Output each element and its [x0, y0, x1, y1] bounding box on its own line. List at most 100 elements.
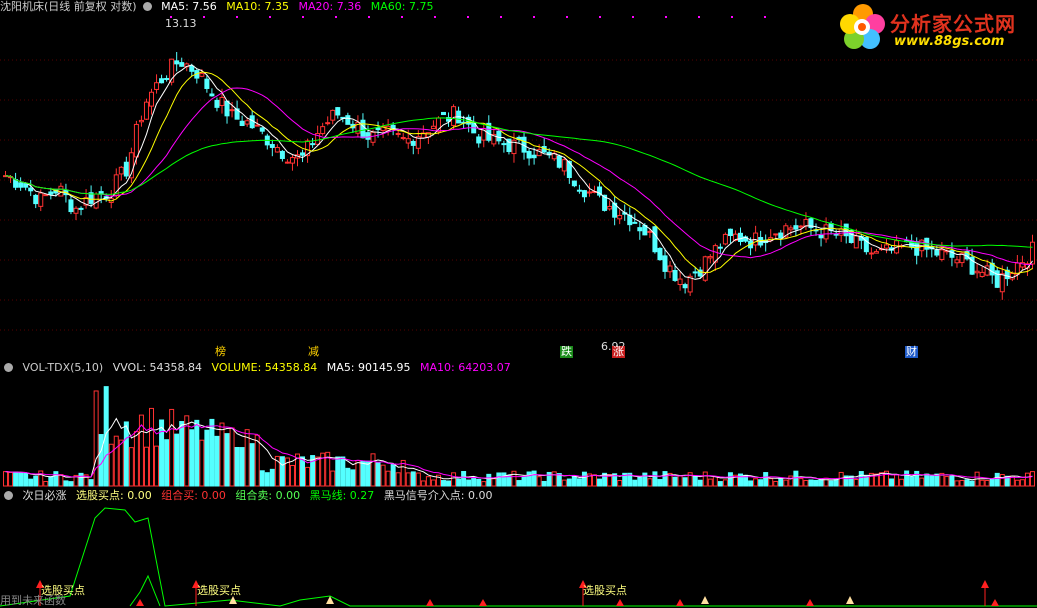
candle-down — [682, 284, 688, 289]
volume-panel[interactable]: VOL-TDX(5,10) VVOL: 54358.84 VOLUME: 543… — [0, 360, 1037, 488]
logo-brand-text: 分析家公式网 — [890, 12, 1016, 36]
volume-bar — [753, 478, 759, 487]
volume-bar — [566, 478, 572, 487]
candle-down — [778, 232, 784, 239]
ma20-value: MA20: 7.36 — [298, 0, 362, 13]
candle-down — [818, 234, 824, 239]
volume-bar — [370, 453, 376, 487]
price-chart[interactable] — [0, 0, 1037, 360]
candle-down — [18, 182, 24, 188]
candle-down — [239, 120, 245, 127]
event-tag-cai[interactable]: 财 — [905, 346, 918, 358]
volume-ma5-value: MA5: 90145.95 — [326, 361, 411, 374]
candle-up — [607, 205, 613, 210]
candle-down — [531, 154, 537, 159]
candle-up — [229, 109, 235, 112]
volume-bar — [430, 479, 436, 487]
candle-down — [300, 152, 306, 156]
volume-bar — [18, 472, 24, 487]
candle-up — [823, 224, 829, 240]
volume-bar — [768, 478, 774, 487]
candle-up — [143, 101, 149, 120]
volume-bar — [899, 478, 905, 487]
indicator-legend: 次日必涨 选股买点: 0.00 组合买: 0.00 组合卖: 0.00 黑马线:… — [0, 489, 499, 503]
candle-down — [717, 246, 723, 249]
volume-bar — [707, 478, 713, 487]
volume-bar — [471, 477, 477, 487]
indicator-panel[interactable]: 次日必涨 选股买点: 0.00 组合买: 0.00 组合卖: 0.00 黑马线:… — [0, 488, 1037, 608]
candle-up — [753, 232, 759, 246]
volume-bar — [481, 481, 487, 487]
volume-bar — [149, 407, 155, 487]
volume-bar — [934, 473, 940, 487]
volume-settings-gear-icon[interactable] — [4, 363, 13, 372]
combo-buy-value: 组合买: 0.00 — [161, 489, 226, 502]
volume-bar — [229, 427, 235, 487]
candle-down — [556, 155, 562, 168]
volume-bar — [999, 474, 1005, 487]
signal-dot — [236, 16, 238, 18]
candle-down — [672, 269, 678, 281]
volume-bar — [249, 443, 255, 487]
volume-bar — [677, 475, 683, 487]
candle-down — [571, 180, 577, 187]
volume-bar — [340, 456, 346, 487]
event-tag-bang[interactable]: 榜 — [214, 346, 227, 358]
settings-gear-icon[interactable] — [142, 2, 152, 11]
volume-bar — [959, 479, 965, 487]
candle-down — [738, 232, 744, 242]
signal-dot — [698, 16, 700, 18]
volume-chart[interactable] — [0, 360, 1037, 488]
event-tag-zhang[interactable]: 涨 — [612, 346, 625, 358]
volume-bar — [350, 469, 356, 487]
volume-bar — [123, 421, 129, 487]
volume-bar — [798, 478, 804, 487]
candle-up — [43, 194, 49, 197]
volume-bar — [179, 421, 185, 487]
volume-bar — [652, 471, 658, 487]
volume-bar — [576, 478, 582, 487]
signal-dot — [599, 16, 601, 18]
candle-up — [667, 265, 673, 273]
volume-bar — [446, 480, 452, 487]
indicator-chart[interactable] — [0, 488, 1037, 608]
signal-dot — [533, 16, 535, 18]
event-tag-jian[interactable]: 减 — [307, 346, 320, 358]
candle-down — [360, 119, 366, 139]
black-horse-signal-value: 黑马信号介入点: 0.00 — [383, 489, 493, 502]
black-horse-line — [0, 507, 1037, 607]
volume-bar — [63, 480, 69, 487]
volume-bar — [189, 429, 195, 487]
candle-down — [657, 247, 663, 261]
signal-dot — [203, 16, 205, 18]
candle-up — [788, 227, 794, 231]
volume-bar — [592, 474, 598, 487]
candle-up — [320, 126, 326, 135]
candle-up — [617, 214, 623, 220]
event-tag-die[interactable]: 跌 — [560, 346, 573, 358]
volume-bar — [214, 435, 220, 487]
volume-bar — [400, 459, 406, 487]
volume-bar — [516, 480, 522, 487]
candle-up — [873, 251, 879, 254]
ma5-line — [5, 64, 1033, 280]
volume-bar — [466, 479, 472, 487]
candle-down — [159, 78, 165, 84]
volume-bar — [748, 480, 754, 487]
volume-bar — [53, 471, 59, 487]
signal-dot — [302, 16, 304, 18]
candle-down — [28, 187, 34, 192]
candle-up — [939, 249, 945, 260]
candle-up — [405, 138, 411, 144]
volume-bar — [597, 478, 603, 487]
volume-bar — [486, 473, 492, 487]
candle-down — [259, 127, 265, 132]
candle-up — [561, 159, 567, 172]
indicator-settings-gear-icon[interactable] — [4, 491, 13, 500]
candle-up — [93, 193, 99, 209]
volume-bar — [13, 471, 19, 487]
volume-bar — [365, 460, 371, 487]
price-panel[interactable]: 沈阳机床(日线 前复权 对数) MA5: 7.56 MA10: 7.35 MA2… — [0, 0, 1037, 360]
buy-point-label: 选股买点 — [583, 584, 627, 597]
volume-bar — [476, 478, 482, 487]
